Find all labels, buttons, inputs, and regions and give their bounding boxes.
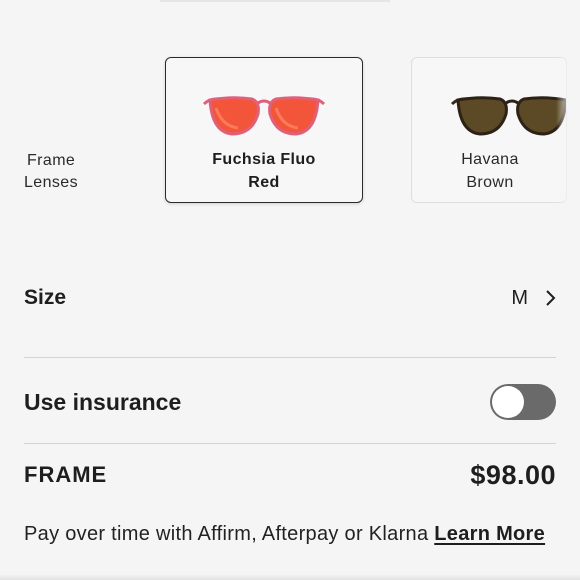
divider [24, 357, 556, 358]
color-name-line2: Brown [466, 174, 514, 191]
color-name-line1: Fuchsia Fluo [212, 151, 316, 168]
size-selector[interactable]: Size M [24, 278, 556, 318]
financing-message: Pay over time with Affirm, Afterpay or K… [24, 523, 435, 545]
color-option-havana-brown[interactable]: Havana Brown [411, 57, 567, 203]
color-name-line2: Red [248, 174, 280, 191]
sunglasses-fuchsia-image [166, 86, 362, 142]
chevron-right-icon [544, 289, 556, 307]
insurance-label: Use insurance [24, 388, 182, 415]
color-name-line1: Havana [461, 151, 519, 168]
sunglasses-havana-image [412, 86, 566, 142]
size-value: M [511, 286, 528, 309]
insurance-toggle[interactable] [490, 384, 556, 420]
toggle-knob [492, 386, 524, 418]
color-option-name: Fuchsia Fluo Red [166, 148, 362, 194]
top-divider [160, 0, 390, 2]
frame-lenses-label: Frame Lenses [24, 150, 78, 194]
size-value-group: M [511, 287, 556, 310]
frame-price-row: FRAME $98.00 [24, 455, 556, 495]
color-option-name: Havana Brown [412, 148, 566, 194]
learn-more-link[interactable]: Learn More [434, 523, 545, 545]
frame-label: FRAME [24, 462, 108, 487]
frame-price: $98.00 [470, 459, 556, 490]
divider [24, 443, 556, 444]
color-option-fuchsia-fluo-red[interactable]: Fuchsia Fluo Red [165, 57, 363, 203]
insurance-row: Use insurance [24, 382, 556, 422]
lenses-label-text: Lenses [24, 174, 78, 191]
frame-label-text: Frame [27, 152, 76, 169]
financing-text: Pay over time with Affirm, Afterpay or K… [24, 519, 564, 550]
size-label: Size [24, 286, 67, 309]
scroll-fade [556, 50, 580, 210]
bottom-shadow [0, 574, 580, 580]
